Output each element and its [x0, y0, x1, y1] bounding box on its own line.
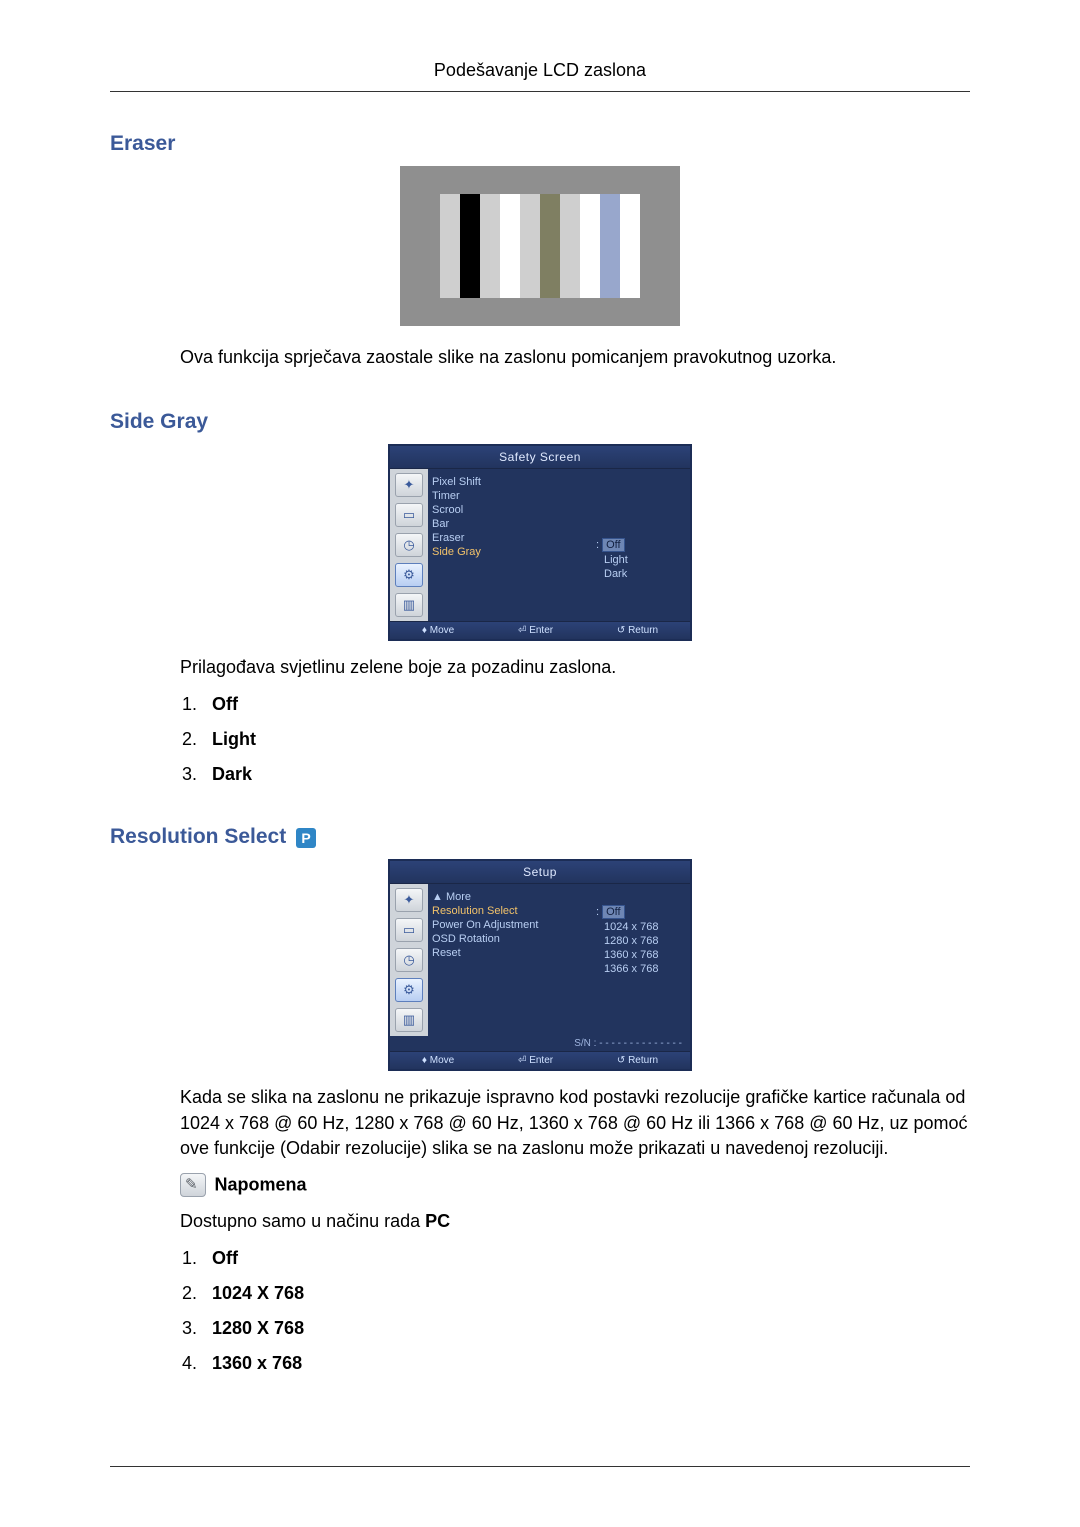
footer-rule [110, 1466, 970, 1467]
osd-icon-column: ✦ ▭ ◷ ⚙ ▥ [390, 884, 428, 1036]
list-item: Off [202, 1248, 970, 1269]
note-row: Napomena [180, 1173, 970, 1197]
osd-label: Power On Adjustment [432, 918, 588, 932]
eraser-illustration [110, 166, 970, 331]
page: Podešavanje LCD zaslona Eraser Ova funkc… [0, 0, 1080, 1527]
note-text: Dostupno samo u načinu rada PC [180, 1209, 970, 1234]
resolution-options: Off 1024 X 768 1280 X 768 1360 x 768 [180, 1248, 970, 1374]
osd-label: OSD Rotation [432, 932, 588, 946]
heading-resolution-select: Resolution Select P [110, 825, 970, 849]
list-item: Dark [202, 764, 970, 785]
osd-label-selected: Side Gray [432, 545, 588, 559]
osd-side-gray: Safety Screen ✦ ▭ ◷ ⚙ ▥ Pixel Shift Time… [388, 444, 692, 641]
option-label: 1024 X 768 [212, 1283, 304, 1303]
osd-selected-value: Off [602, 538, 624, 552]
resolution-osd-image: Setup ✦ ▭ ◷ ⚙ ▥ ▲ More Resolution Select… [110, 859, 970, 1071]
osd-value: Dark [596, 567, 686, 581]
osd-label: Scrool [432, 503, 588, 517]
osd-footer-move: ♦ Move [422, 1055, 454, 1066]
chart-icon: ▥ [395, 593, 423, 617]
pc-mode-icon: P [296, 828, 316, 848]
heading-side-gray: Side Gray [110, 410, 970, 434]
osd-value: 1024 x 768 [596, 920, 686, 934]
side-gray-osd-image: Safety Screen ✦ ▭ ◷ ⚙ ▥ Pixel Shift Time… [110, 444, 970, 641]
osd-footer-enter: ⏎ Enter [518, 625, 553, 636]
list-item: 1280 X 768 [202, 1318, 970, 1339]
osd-label: Reset [432, 946, 588, 960]
eraser-thumb [400, 166, 680, 326]
heading-text: Resolution Select [110, 825, 286, 848]
note-text-bold: PC [425, 1211, 450, 1231]
osd-footer-return: ↺ Return [617, 1055, 658, 1066]
osd-title: Setup [390, 861, 690, 884]
heading-eraser: Eraser [110, 132, 970, 156]
osd-value: Light [596, 553, 686, 567]
osd-label: Timer [432, 489, 588, 503]
osd-label-selected: Resolution Select [432, 904, 588, 918]
option-label: Light [212, 729, 256, 749]
list-item: 1360 x 768 [202, 1353, 970, 1374]
option-label: 1280 X 768 [212, 1318, 304, 1338]
clock-icon: ◷ [395, 533, 423, 557]
option-label: Dark [212, 764, 252, 784]
osd-footer-return: ↺ Return [617, 625, 658, 636]
clock-icon: ◷ [395, 948, 423, 972]
eraser-bars [440, 194, 640, 298]
screen-icon: ▭ [395, 503, 423, 527]
list-item: 1024 X 768 [202, 1283, 970, 1304]
note-label: Napomena [214, 1174, 306, 1194]
osd-value: 1280 x 768 [596, 934, 686, 948]
list-item: Off [202, 694, 970, 715]
osd-title: Safety Screen [390, 446, 690, 469]
paint-icon: ✦ [395, 473, 423, 497]
osd-values: : Off Light Dark [592, 469, 690, 621]
gear-icon: ⚙ [395, 563, 423, 587]
osd-serial-number: S/N : - - - - - - - - - - - - - - [390, 1036, 690, 1051]
side-gray-description: Prilagođava svjetlinu zelene boje za poz… [180, 655, 970, 680]
list-item: Light [202, 729, 970, 750]
option-label: Off [212, 694, 238, 714]
osd-selected-value: Off [602, 905, 624, 919]
gear-icon: ⚙ [395, 978, 423, 1002]
page-header-title: Podešavanje LCD zaslona [110, 60, 970, 81]
osd-value: 1360 x 768 [596, 948, 686, 962]
osd-labels: ▲ More Resolution Select Power On Adjust… [428, 884, 592, 1036]
osd-label: Pixel Shift [432, 475, 588, 489]
resolution-description: Kada se slika na zaslonu ne prikazuje is… [180, 1085, 970, 1161]
osd-label: Eraser [432, 531, 588, 545]
osd-labels: Pixel Shift Timer Scrool Bar Eraser Side… [428, 469, 592, 621]
note-text-prefix: Dostupno samo u načinu rada [180, 1211, 425, 1231]
note-icon [180, 1173, 206, 1197]
option-label: Off [212, 1248, 238, 1268]
osd-more: ▲ More [432, 890, 588, 904]
screen-icon: ▭ [395, 918, 423, 942]
osd-footer: ♦ Move ⏎ Enter ↺ Return [390, 621, 690, 639]
osd-values: : Off 1024 x 768 1280 x 768 1360 x 768 1… [592, 884, 690, 1036]
osd-footer-enter: ⏎ Enter [518, 1055, 553, 1066]
osd-footer: ♦ Move ⏎ Enter ↺ Return [390, 1051, 690, 1069]
osd-footer-move: ♦ Move [422, 625, 454, 636]
header-rule [110, 91, 970, 92]
paint-icon: ✦ [395, 888, 423, 912]
option-label: 1360 x 768 [212, 1353, 302, 1373]
chart-icon: ▥ [395, 1008, 423, 1032]
eraser-description: Ova funkcija sprječava zaostale slike na… [180, 345, 970, 370]
osd-value: 1366 x 768 [596, 962, 686, 976]
side-gray-options: Off Light Dark [180, 694, 970, 785]
osd-label: Bar [432, 517, 588, 531]
osd-icon-column: ✦ ▭ ◷ ⚙ ▥ [390, 469, 428, 621]
osd-resolution: Setup ✦ ▭ ◷ ⚙ ▥ ▲ More Resolution Select… [388, 859, 692, 1071]
